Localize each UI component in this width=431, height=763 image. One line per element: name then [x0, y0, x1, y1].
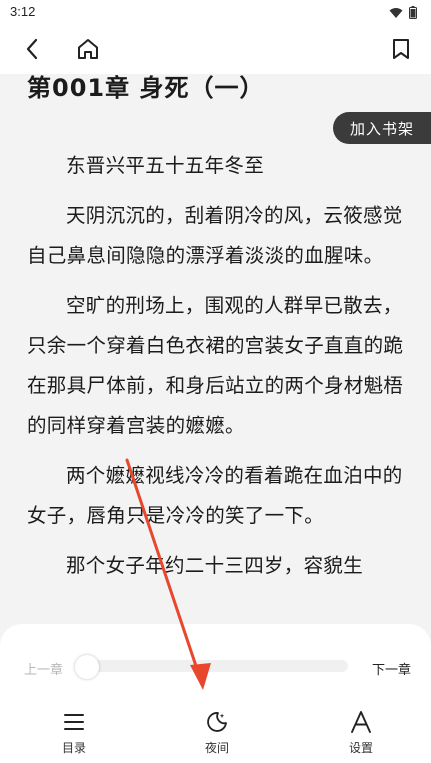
slider-thumb[interactable]: [75, 655, 99, 679]
nav-catalog-label: 目录: [61, 741, 86, 755]
next-chapter-button[interactable]: 下一章: [372, 659, 411, 678]
status-bar: 3:12: [0, 0, 431, 24]
font-icon: [326, 708, 396, 736]
back-button[interactable]: [18, 35, 46, 63]
chevron-left-icon: [26, 38, 38, 60]
reader-control-panel: 上一章 下一章 目录 夜间 设置: [0, 624, 431, 763]
add-to-shelf-button[interactable]: 加入书架: [333, 112, 431, 144]
top-bar: [0, 24, 431, 74]
nav-night-mode[interactable]: 夜间: [182, 708, 252, 756]
battery-icon: [409, 4, 417, 23]
home-button[interactable]: [74, 35, 102, 63]
menu-icon: [39, 708, 109, 736]
chapter-text: 东晋兴平五十五年冬至 天阴沉沉的，刮着阴冷的风，云筱感觉自己鼻息间隐隐的漂浮着淡…: [27, 146, 411, 596]
nav-catalog[interactable]: 目录: [39, 708, 109, 756]
chapter-progress-slider[interactable]: [76, 660, 348, 672]
status-time: 3:12: [10, 4, 36, 19]
moon-icon: [182, 708, 252, 736]
paragraph: 两个嬷嬷视线冷冷的看着跪在血泊中的女子，唇角只是冷冷的笑了一下。: [27, 464, 403, 527]
status-icons: [389, 4, 417, 23]
bookmark-icon-button[interactable]: [387, 35, 415, 63]
paragraph: 东晋兴平五十五年冬至: [66, 154, 265, 177]
paragraph: 那个女子年约二十三四岁，容貌生: [66, 554, 364, 577]
prev-chapter-button[interactable]: 上一章: [24, 659, 63, 678]
wifi-icon: [389, 4, 403, 23]
bookmark-icon: [393, 39, 409, 59]
nav-settings[interactable]: 设置: [326, 708, 396, 756]
paragraph: 空旷的刑场上，围观的人群早已散去，只余一个穿着白色衣裙的宫装女子直直的跪在那具尸…: [27, 294, 404, 437]
nav-settings-label: 设置: [348, 741, 373, 755]
home-icon: [78, 39, 98, 59]
paragraph: 天阴沉沉的，刮着阴冷的风，云筱感觉自己鼻息间隐隐的漂浮着淡淡的血腥味。: [27, 204, 403, 267]
nav-night-mode-label: 夜间: [204, 741, 229, 755]
